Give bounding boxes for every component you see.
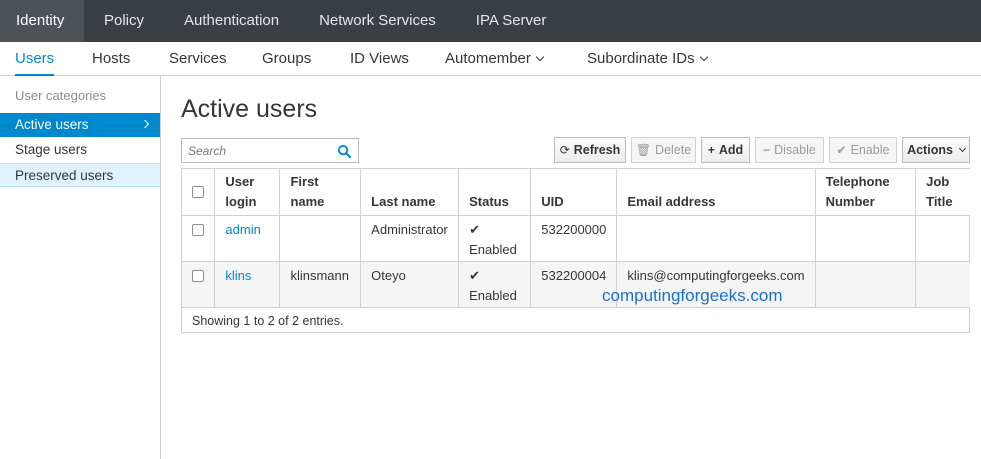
- header-line: Telephone: [825, 173, 890, 189]
- cell-first-name: klinsmann: [279, 261, 362, 308]
- refresh-button[interactable]: ⟳ Refresh: [554, 137, 626, 163]
- table-row: klins klinsmann Oteyo ✔ Enabled 532200004…: [182, 261, 970, 308]
- sub-navigation: Users Hosts Services Groups ID Views Aut…: [0, 42, 981, 77]
- subtab-automember[interactable]: Automember: [445, 42, 545, 76]
- row-select-cell: [182, 215, 216, 262]
- add-button-label: Add: [718, 143, 744, 157]
- trash-icon: 🗑: [635, 143, 652, 157]
- disable-button-label: Disable: [774, 143, 816, 157]
- actions-dropdown-label: Actions: [907, 143, 953, 157]
- delete-button[interactable]: 🗑 Delete: [631, 137, 696, 163]
- column-header-uid[interactable]: UID: [530, 169, 618, 216]
- search-input[interactable]: [182, 139, 332, 162]
- subtab-groups[interactable]: Groups: [262, 42, 311, 76]
- column-header-telephone[interactable]: Telephone Number: [815, 169, 917, 216]
- cell-email: [616, 215, 816, 262]
- search-icon[interactable]: [337, 144, 352, 159]
- column-header-email[interactable]: Email address: [616, 169, 816, 216]
- select-all-cell: [182, 169, 216, 216]
- subtab-hosts[interactable]: Hosts: [92, 42, 130, 76]
- sidebar-item-stage-users[interactable]: Stage users: [0, 138, 160, 162]
- tab-network-services[interactable]: Network Services: [299, 0, 456, 42]
- top-navigation: Identity Policy Authentication Network S…: [0, 0, 981, 42]
- chevron-right-icon: [140, 119, 150, 129]
- cell-job-title: [915, 215, 970, 262]
- cell-first-name: [279, 215, 362, 262]
- table-footer: Showing 1 to 2 of 2 entries.: [182, 307, 970, 333]
- cell-last-name: Oteyo: [360, 261, 460, 308]
- subtab-users[interactable]: Users: [15, 42, 55, 77]
- column-header-user-login[interactable]: User login: [214, 169, 281, 216]
- cell-job-title: [915, 261, 970, 308]
- users-table: User login First name Last name Status UID…: [181, 168, 970, 333]
- user-login-link[interactable]: klins: [225, 268, 251, 283]
- check-icon: ✔: [469, 221, 480, 237]
- header-line: Title: [926, 193, 953, 209]
- header-line: name: [290, 193, 325, 209]
- delete-button-label: Delete: [655, 143, 692, 157]
- table-row: admin Administrator ✔ Enabled 532200000: [182, 215, 970, 262]
- tab-policy[interactable]: Policy: [84, 0, 164, 42]
- row-checkbox[interactable]: [192, 269, 204, 282]
- tab-identity[interactable]: Identity: [0, 0, 84, 42]
- select-all-checkbox[interactable]: [192, 185, 204, 198]
- tab-ipa-server[interactable]: IPA Server: [456, 0, 567, 42]
- cell-uid: 532200000: [530, 215, 618, 262]
- header-line: Job: [926, 173, 950, 189]
- status-text: Enabled: [469, 287, 517, 303]
- cell-status: ✔ Enabled: [458, 215, 532, 262]
- tab-authentication[interactable]: Authentication: [164, 0, 299, 42]
- cell-telephone: [815, 261, 917, 308]
- sidebar-category-label: User categories: [15, 88, 107, 103]
- disable-button[interactable]: − Disable: [755, 137, 824, 163]
- subtab-services[interactable]: Services: [169, 42, 227, 76]
- cell-status: ✔ Enabled: [458, 261, 532, 308]
- sidebar-item-active-users[interactable]: Active users: [0, 113, 160, 137]
- row-checkbox[interactable]: [192, 223, 204, 236]
- cell-telephone: [815, 215, 917, 262]
- refresh-icon: ⟳: [559, 143, 570, 157]
- header-line: User: [225, 173, 255, 189]
- plus-icon: +: [707, 143, 715, 157]
- table-header-row: User login First name Last name Status UID…: [182, 169, 970, 216]
- sidebar-item-label: Stage users: [15, 142, 88, 157]
- sidebar-item-label: Preserved users: [15, 168, 114, 183]
- check-icon: ✔: [469, 267, 480, 283]
- sidebar: User categories Active users Stage users…: [0, 76, 161, 459]
- subtab-subordinate-ids-label: Subordinate IDs: [587, 50, 695, 67]
- actions-dropdown[interactable]: Actions: [902, 137, 970, 163]
- header-line: First: [290, 173, 319, 189]
- header-line: login: [225, 193, 257, 209]
- cell-last-name: Administrator: [360, 215, 460, 262]
- cell-login: admin: [214, 215, 281, 262]
- sidebar-item-label: Active users: [15, 117, 89, 132]
- check-icon: ✔: [836, 143, 847, 157]
- header-line: Number: [825, 193, 875, 209]
- enable-button[interactable]: ✔ Enable: [829, 137, 897, 163]
- subtab-subordinate-ids[interactable]: Subordinate IDs: [587, 42, 708, 76]
- column-header-first-name[interactable]: First name: [279, 169, 362, 216]
- subtab-id-views[interactable]: ID Views: [350, 42, 409, 76]
- chevron-down-icon: [535, 52, 545, 62]
- add-button[interactable]: + Add: [701, 137, 750, 163]
- column-header-status[interactable]: Status: [458, 169, 532, 216]
- page-title: Active users: [181, 95, 318, 123]
- cell-login: klins: [214, 261, 281, 308]
- watermark-text: computingforgeeks.com: [602, 286, 783, 305]
- user-login-link[interactable]: admin: [225, 222, 260, 237]
- enable-button-label: Enable: [850, 143, 890, 157]
- status-text: Enabled: [469, 241, 517, 257]
- subtab-automember-label: Automember: [445, 50, 531, 67]
- search-box: [181, 138, 359, 163]
- row-select-cell: [182, 261, 216, 308]
- chevron-down-icon: [958, 144, 966, 152]
- sidebar-item-preserved-users[interactable]: Preserved users: [0, 163, 160, 187]
- refresh-button-label: Refresh: [573, 143, 621, 157]
- minus-icon: −: [763, 143, 771, 157]
- column-header-job-title[interactable]: Job Title: [915, 169, 970, 216]
- chevron-down-icon: [699, 52, 708, 62]
- column-header-last-name[interactable]: Last name: [360, 169, 460, 216]
